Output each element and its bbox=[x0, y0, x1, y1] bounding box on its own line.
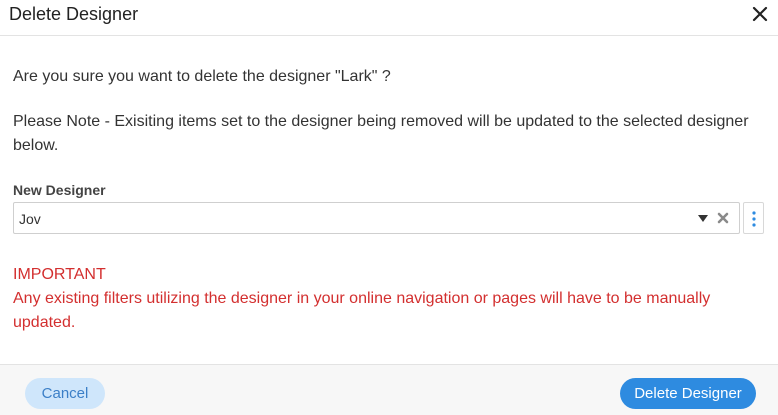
delete-designer-button[interactable]: Delete Designer bbox=[620, 378, 756, 409]
warning-text: Any existing filters utilizing the desig… bbox=[13, 290, 711, 331]
confirm-question: Are you sure you want to delete the desi… bbox=[13, 68, 391, 85]
more-vertical-icon bbox=[752, 211, 756, 227]
delete-designer-dialog: Delete Designer Are you sure you want to… bbox=[0, 0, 778, 415]
clear-icon[interactable] bbox=[717, 212, 729, 224]
note-text: Please Note - Exisiting items set to the… bbox=[13, 113, 749, 154]
close-icon bbox=[752, 6, 768, 22]
warning-block: IMPORTANT Any existing filters utilizing… bbox=[13, 263, 765, 335]
warning-heading: IMPORTANT bbox=[13, 266, 106, 283]
close-button[interactable] bbox=[752, 6, 768, 22]
select-value: Jov bbox=[19, 211, 41, 227]
dialog-footer: Cancel Delete Designer bbox=[0, 364, 778, 415]
dropdown-arrow-icon[interactable] bbox=[698, 213, 708, 223]
new-designer-label: New Designer bbox=[13, 182, 106, 198]
new-designer-select[interactable]: Jov bbox=[13, 202, 740, 234]
dialog-body: Are you sure you want to delete the desi… bbox=[13, 66, 765, 158]
more-options-button[interactable] bbox=[743, 202, 764, 234]
dialog-header: Delete Designer bbox=[0, 0, 778, 36]
dialog-title: Delete Designer bbox=[9, 4, 139, 24]
cancel-button[interactable]: Cancel bbox=[25, 378, 105, 409]
